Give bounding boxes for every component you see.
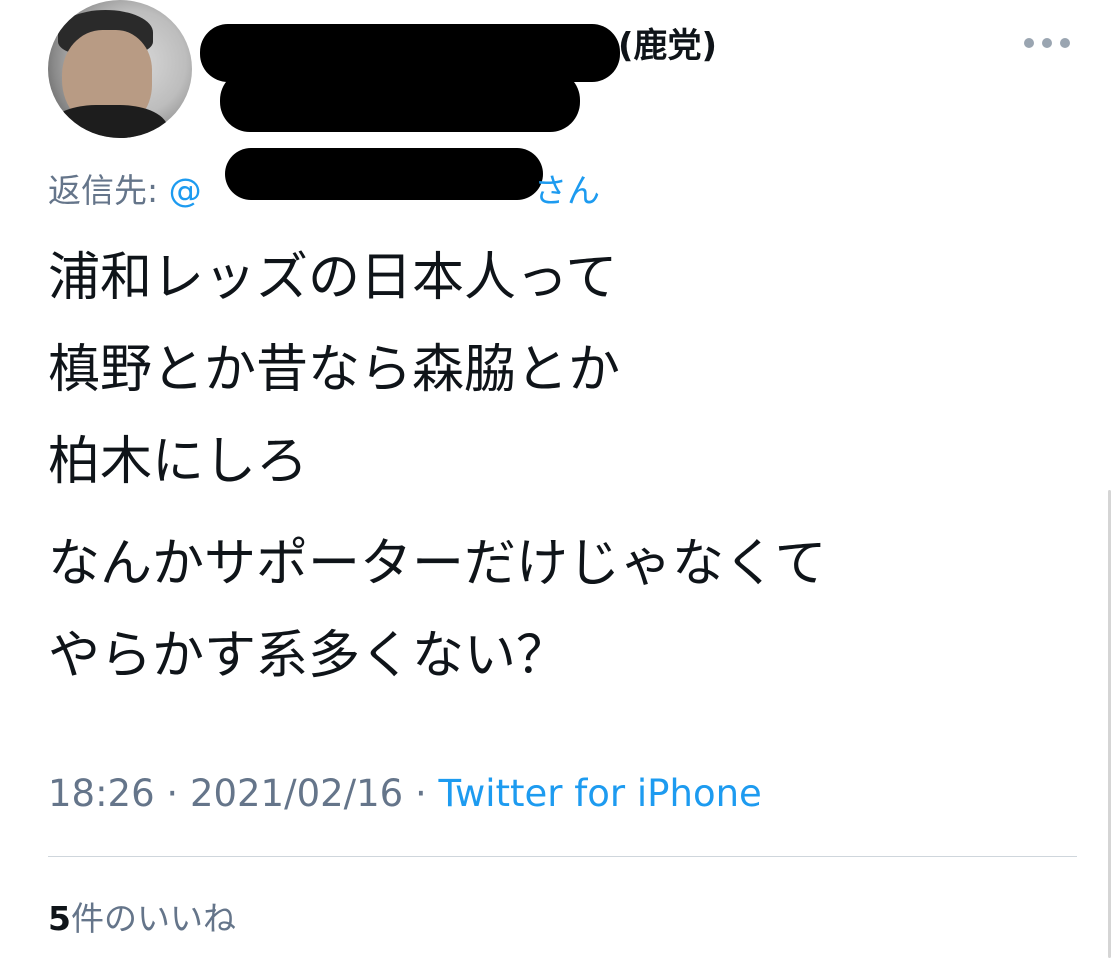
meta-separator: · <box>154 772 190 815</box>
scrollbar[interactable] <box>1108 490 1111 958</box>
likes-label: 件のいいね <box>70 899 236 938</box>
redaction-mention <box>225 148 543 200</box>
meta-separator: · <box>403 772 439 815</box>
avatar[interactable] <box>48 0 192 138</box>
reply-suffix: さん <box>534 171 600 210</box>
tweet-paragraph: なんかサポーターだけじゃなくて やらかす系多くない？ <box>48 534 827 686</box>
dot-icon <box>1042 38 1052 48</box>
dot-icon <box>1024 38 1034 48</box>
reply-mention[interactable]: @ <box>169 171 202 210</box>
reply-label: 返信先: <box>48 171 169 210</box>
avatar-shoulder <box>48 105 168 138</box>
dot-icon <box>1060 38 1070 48</box>
more-options-icon[interactable] <box>1024 34 1074 52</box>
display-name-end: (鹿党) <box>618 26 718 66</box>
tweet-text: 浦和レッズの日本人って 槙野とか昔なら森脇とか 柏木にしろ なんかサポーターだけ… <box>48 232 1088 702</box>
redaction-handle <box>220 70 580 132</box>
tweet-metadata: 18:26 · 2021/02/16 · Twitter for iPhone <box>48 772 762 815</box>
tweet-source-link[interactable]: Twitter for iPhone <box>439 772 762 815</box>
likes-summary[interactable]: 5件のいいね <box>48 892 236 940</box>
tweet-paragraph: 浦和レッズの日本人って 槙野とか昔なら森脇とか 柏木にしろ <box>48 248 621 492</box>
divider <box>48 856 1077 857</box>
tweet-time: 18:26 <box>48 772 155 815</box>
reply-to: 返信先: @ さん <box>48 164 600 212</box>
tweet-date: 2021/02/16 <box>189 772 404 815</box>
likes-count: 5 <box>48 899 71 938</box>
